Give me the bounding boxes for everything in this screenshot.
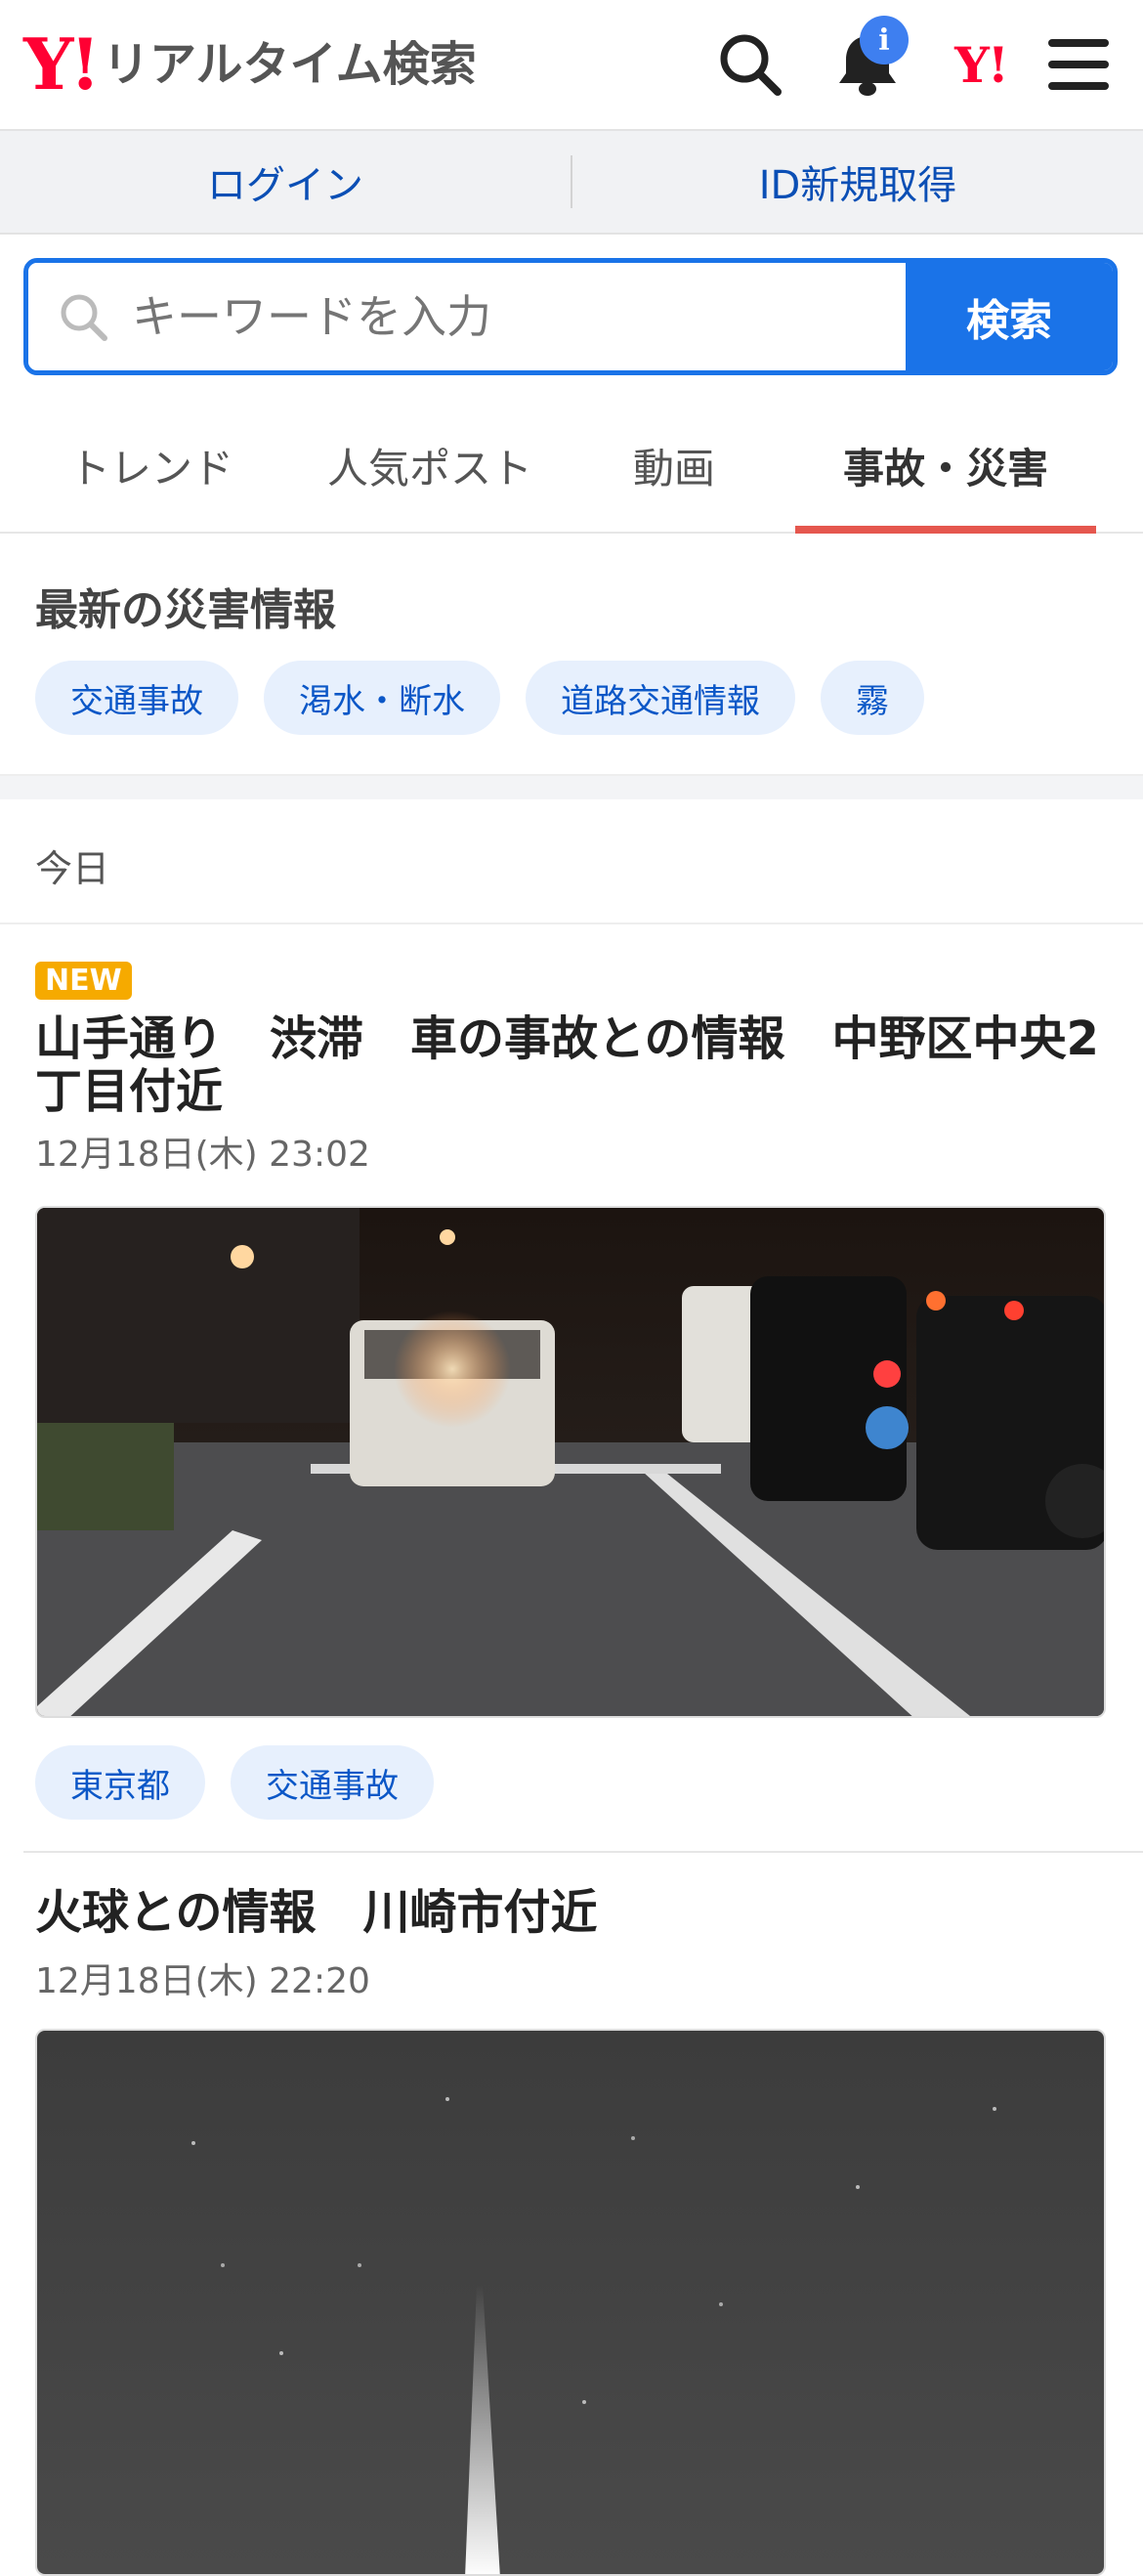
auth-bar: ログイン ID新規取得 [0,131,1143,235]
notification-bell-icon[interactable]: i [832,16,909,100]
login-link[interactable]: ログイン [0,153,571,210]
chip-traffic-accident[interactable]: 交通事故 [35,661,238,735]
tab-accident-disaster[interactable]: 事故・災害 [795,399,1096,534]
tab-trend[interactable]: トレンド [0,399,303,532]
search-button[interactable]: 検索 [906,263,1113,370]
article-card[interactable]: 火球との情報 川崎市付近 12月18日(木) 22:20 [0,1880,1143,2576]
article-divider [23,1851,1143,1853]
yahoo-logo-mark: Y! [23,22,101,106]
category-tabs: トレンド 人気ポスト 動画 事故・災害 [0,399,1143,534]
today-label: 今日 [35,847,110,890]
article-tags: 東京都 交通事故 [35,1745,434,1820]
tab-popular-posts[interactable]: 人気ポスト [303,399,557,532]
new-badge: NEW [35,962,132,1000]
yahoo-mark-small: Y! [954,35,1009,94]
search-field[interactable] [28,263,906,370]
register-link[interactable]: ID新規取得 [572,153,1143,210]
date-header: 今日 [0,799,1143,924]
article-card[interactable]: NEW 山手通り 渋滞 車の事故との情報 中野区中央2丁目付近 12月18日(木… [0,962,1143,1851]
logo-title: リアルタイム検索 [103,37,477,92]
search-icon[interactable] [715,29,785,100]
article-title[interactable]: 山手通り 渋滞 車の事故との情報 中野区中央2丁目付近 [35,1012,1110,1118]
yahoo-home-icon[interactable]: Y! [946,29,1016,100]
chip-water-shortage[interactable]: 渇水・断水 [264,661,500,735]
menu-icon[interactable] [1043,29,1114,100]
tab-video[interactable]: 動画 [557,399,791,532]
search-field-icon [61,294,107,341]
tag-tokyo[interactable]: 東京都 [35,1745,205,1820]
tag-traffic-accident[interactable]: 交通事故 [231,1745,434,1820]
search-bar: 検索 [23,258,1118,375]
article-date: 12月18日(木) 23:02 [35,1135,370,1175]
search-input[interactable] [130,289,818,344]
article-image[interactable] [35,2029,1106,2576]
disaster-chips: 交通事故 渇水・断水 道路交通情報 霧 [35,661,924,735]
app-header: Y! リアルタイム検索 i Y! [0,0,1143,131]
article-title[interactable]: 火球との情報 川崎市付近 [35,1886,1110,1939]
notification-badge: i [860,16,909,64]
section-title: 最新の災害情報 [35,585,336,635]
chip-fog[interactable]: 霧 [821,661,924,735]
section-gap [0,776,1143,799]
yahoo-realtime-logo[interactable]: Y! リアルタイム検索 [23,27,477,102]
article-image[interactable] [35,1206,1106,1718]
article-date: 12月18日(木) 22:20 [35,1961,370,2001]
disaster-info-section: 最新の災害情報 交通事故 渇水・断水 道路交通情報 霧 [0,534,1143,776]
chip-road-traffic[interactable]: 道路交通情報 [526,661,795,735]
